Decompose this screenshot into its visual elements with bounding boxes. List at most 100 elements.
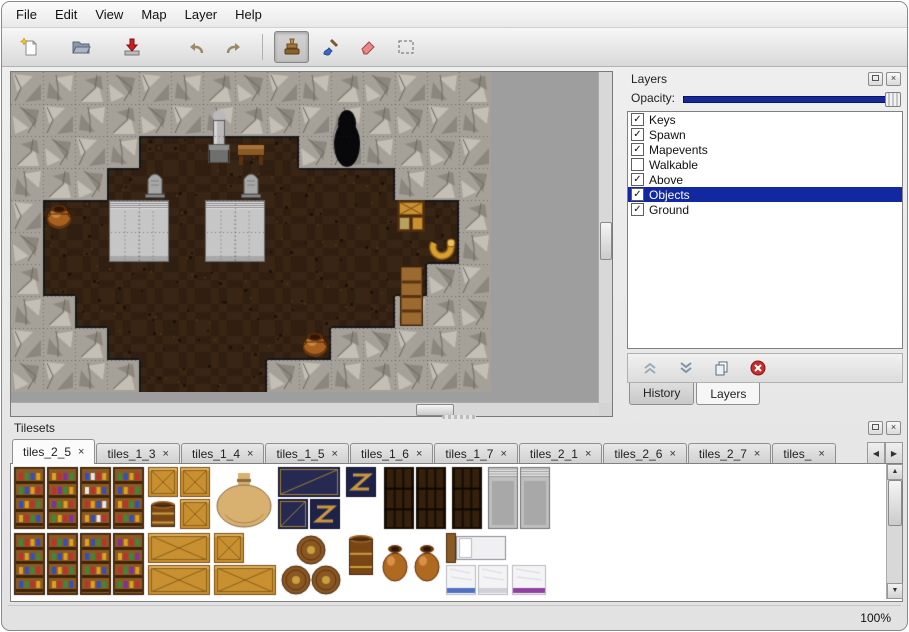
tabs-scroll-right-button[interactable]: ▶ bbox=[885, 442, 903, 464]
tab-layers[interactable]: Layers bbox=[696, 383, 760, 405]
tileset-tab-label: tiles_1_6 bbox=[361, 447, 409, 461]
tileset-tab-tiles_1_5[interactable]: tiles_1_5 × bbox=[265, 443, 348, 464]
layer-actions-toolbar bbox=[627, 353, 903, 383]
tabs-scroll-left-button[interactable]: ◀ bbox=[867, 442, 885, 464]
layer-checkbox[interactable]: ✓ bbox=[631, 128, 644, 141]
tileset-tab-tiles_1_4[interactable]: tiles_1_4× bbox=[181, 443, 264, 464]
map-vertical-scrollbar[interactable] bbox=[598, 72, 612, 403]
layer-row-above[interactable]: ✓Above bbox=[628, 172, 902, 187]
menu-item-view[interactable]: View bbox=[87, 4, 131, 25]
new-button[interactable] bbox=[12, 31, 47, 63]
eraser-icon bbox=[358, 37, 378, 57]
layer-row-walkable[interactable]: Walkable bbox=[628, 157, 902, 172]
map-viewport[interactable] bbox=[10, 71, 613, 417]
panel-close-icon[interactable]: × bbox=[886, 421, 901, 435]
layer-row-spawn[interactable]: ✓Spawn bbox=[628, 127, 902, 142]
opacity-slider[interactable] bbox=[683, 94, 901, 103]
layer-row-ground[interactable]: ✓ Ground bbox=[628, 202, 902, 217]
panel-close-icon[interactable]: × bbox=[886, 72, 901, 86]
splitter-grip[interactable] bbox=[442, 415, 476, 419]
layer-row-objects[interactable]: ✓ Objects bbox=[628, 187, 902, 202]
statusbar-separator bbox=[8, 605, 901, 606]
layer-row-mapevents[interactable]: ✓Mapevents bbox=[628, 142, 902, 157]
tileset-tab-tiles_2_6[interactable]: tiles_2_6× bbox=[603, 443, 686, 464]
layer-checkbox[interactable] bbox=[631, 158, 644, 171]
zoom-level: 100% bbox=[860, 611, 891, 625]
tileset-tab-tiles_[interactable]: tiles_× bbox=[772, 443, 835, 464]
tab-close-icon[interactable]: × bbox=[163, 449, 169, 459]
open-folder-icon bbox=[71, 37, 91, 57]
open-button[interactable] bbox=[63, 31, 98, 63]
toolbar-separator bbox=[262, 34, 263, 60]
tileset-tab-label: tiles_2_1 bbox=[530, 447, 578, 461]
layer-checkbox[interactable]: ✓ bbox=[631, 203, 644, 216]
tileset-tab-tiles_1_6[interactable]: tiles_1_6 × bbox=[350, 443, 433, 464]
redo-icon bbox=[224, 37, 244, 57]
tab-close-icon[interactable]: × bbox=[332, 449, 338, 459]
redo-button[interactable] bbox=[216, 31, 251, 63]
tileset-tab-bar: tiles_2_5×tiles_1_3×tiles_1_4×tiles_1_5×… bbox=[10, 438, 903, 464]
tilesets-panel-titlebar: Tilesets × bbox=[10, 420, 903, 438]
panel-float-icon[interactable] bbox=[868, 72, 883, 86]
tileset-tab-tiles_2_1[interactable]: tiles_2_1 × bbox=[519, 443, 602, 464]
menu-item-file[interactable]: File bbox=[8, 4, 45, 25]
scroll-down-icon[interactable]: ▼ bbox=[887, 583, 903, 599]
eraser-tool-button[interactable] bbox=[350, 31, 385, 63]
tab-history-label: History bbox=[643, 386, 680, 400]
double-chevron-up-icon bbox=[641, 359, 659, 377]
save-icon bbox=[122, 37, 142, 57]
layer-checkbox[interactable]: ✓ bbox=[631, 173, 644, 186]
tileset-vertical-scrollbar[interactable]: ▲ ▼ bbox=[886, 464, 902, 599]
layer-list: ✓Keys✓Spawn✓MapeventsWalkable✓Above✓Obje… bbox=[627, 111, 903, 349]
stamp-tool-button[interactable] bbox=[274, 31, 309, 63]
tileset-vscroll-thumb[interactable] bbox=[888, 480, 902, 526]
save-button[interactable] bbox=[114, 31, 149, 63]
menu-item-edit[interactable]: Edit bbox=[47, 4, 85, 25]
tileset-tab-tiles_1_7[interactable]: tiles_1_7× bbox=[434, 443, 517, 464]
brush-tool-icon bbox=[320, 37, 340, 57]
tab-close-icon[interactable]: × bbox=[247, 449, 253, 459]
tab-close-icon[interactable]: × bbox=[669, 449, 675, 459]
tab-close-icon[interactable]: × bbox=[500, 449, 506, 459]
toolbar bbox=[2, 28, 907, 67]
tab-close-icon[interactable]: × bbox=[416, 449, 422, 459]
tileset-view[interactable]: ▲ ▼ bbox=[10, 463, 903, 602]
status-bar: 100% bbox=[860, 611, 891, 625]
delete-layer-button[interactable] bbox=[748, 358, 768, 378]
move-layer-down-button[interactable] bbox=[676, 358, 696, 378]
map-canvas[interactable] bbox=[11, 72, 491, 392]
move-layer-up-button[interactable] bbox=[640, 358, 660, 378]
layer-checkbox[interactable]: ✓ bbox=[631, 143, 644, 156]
layer-label: Ground bbox=[649, 203, 689, 217]
layer-row-keys[interactable]: ✓Keys bbox=[628, 112, 902, 127]
layer-checkbox[interactable]: ✓ bbox=[631, 113, 644, 126]
tileset-tab-label: tiles_1_3 bbox=[107, 447, 155, 461]
layers-panel-titlebar: Layers × bbox=[627, 71, 903, 89]
panel-tab-bar: History Layers bbox=[627, 383, 903, 405]
tileset-canvas[interactable] bbox=[12, 465, 886, 600]
tab-close-icon[interactable]: × bbox=[754, 449, 760, 459]
panel-float-icon[interactable] bbox=[868, 421, 883, 435]
duplicate-layer-button[interactable] bbox=[712, 358, 732, 378]
undo-icon bbox=[186, 37, 206, 57]
brush-tool-button[interactable] bbox=[312, 31, 347, 63]
tileset-tab-tiles_2_5[interactable]: tiles_2_5× bbox=[12, 439, 95, 464]
map-horizontal-scrollbar[interactable] bbox=[11, 402, 599, 416]
tileset-tab-label: tiles_1_5 bbox=[276, 447, 324, 461]
tab-close-icon[interactable]: × bbox=[585, 449, 591, 459]
tileset-tab-tiles_1_3[interactable]: tiles_1_3 × bbox=[96, 443, 179, 464]
opacity-slider-handle[interactable] bbox=[885, 92, 901, 107]
select-tool-button[interactable] bbox=[388, 31, 423, 63]
layer-checkbox[interactable]: ✓ bbox=[631, 188, 644, 201]
layer-label: Objects bbox=[649, 188, 690, 202]
menu-item-help[interactable]: Help bbox=[227, 4, 270, 25]
tab-history[interactable]: History bbox=[629, 383, 694, 405]
tileset-tab-tiles_2_7[interactable]: tiles_2_7× bbox=[688, 443, 771, 464]
map-vscroll-thumb[interactable] bbox=[600, 222, 612, 260]
menu-item-layer[interactable]: Layer bbox=[177, 4, 226, 25]
tab-close-icon[interactable]: × bbox=[78, 447, 84, 457]
tab-close-icon[interactable]: × bbox=[818, 449, 824, 459]
menu-item-map[interactable]: Map bbox=[133, 4, 174, 25]
scroll-up-icon[interactable]: ▲ bbox=[887, 464, 903, 480]
undo-button[interactable] bbox=[178, 31, 213, 63]
